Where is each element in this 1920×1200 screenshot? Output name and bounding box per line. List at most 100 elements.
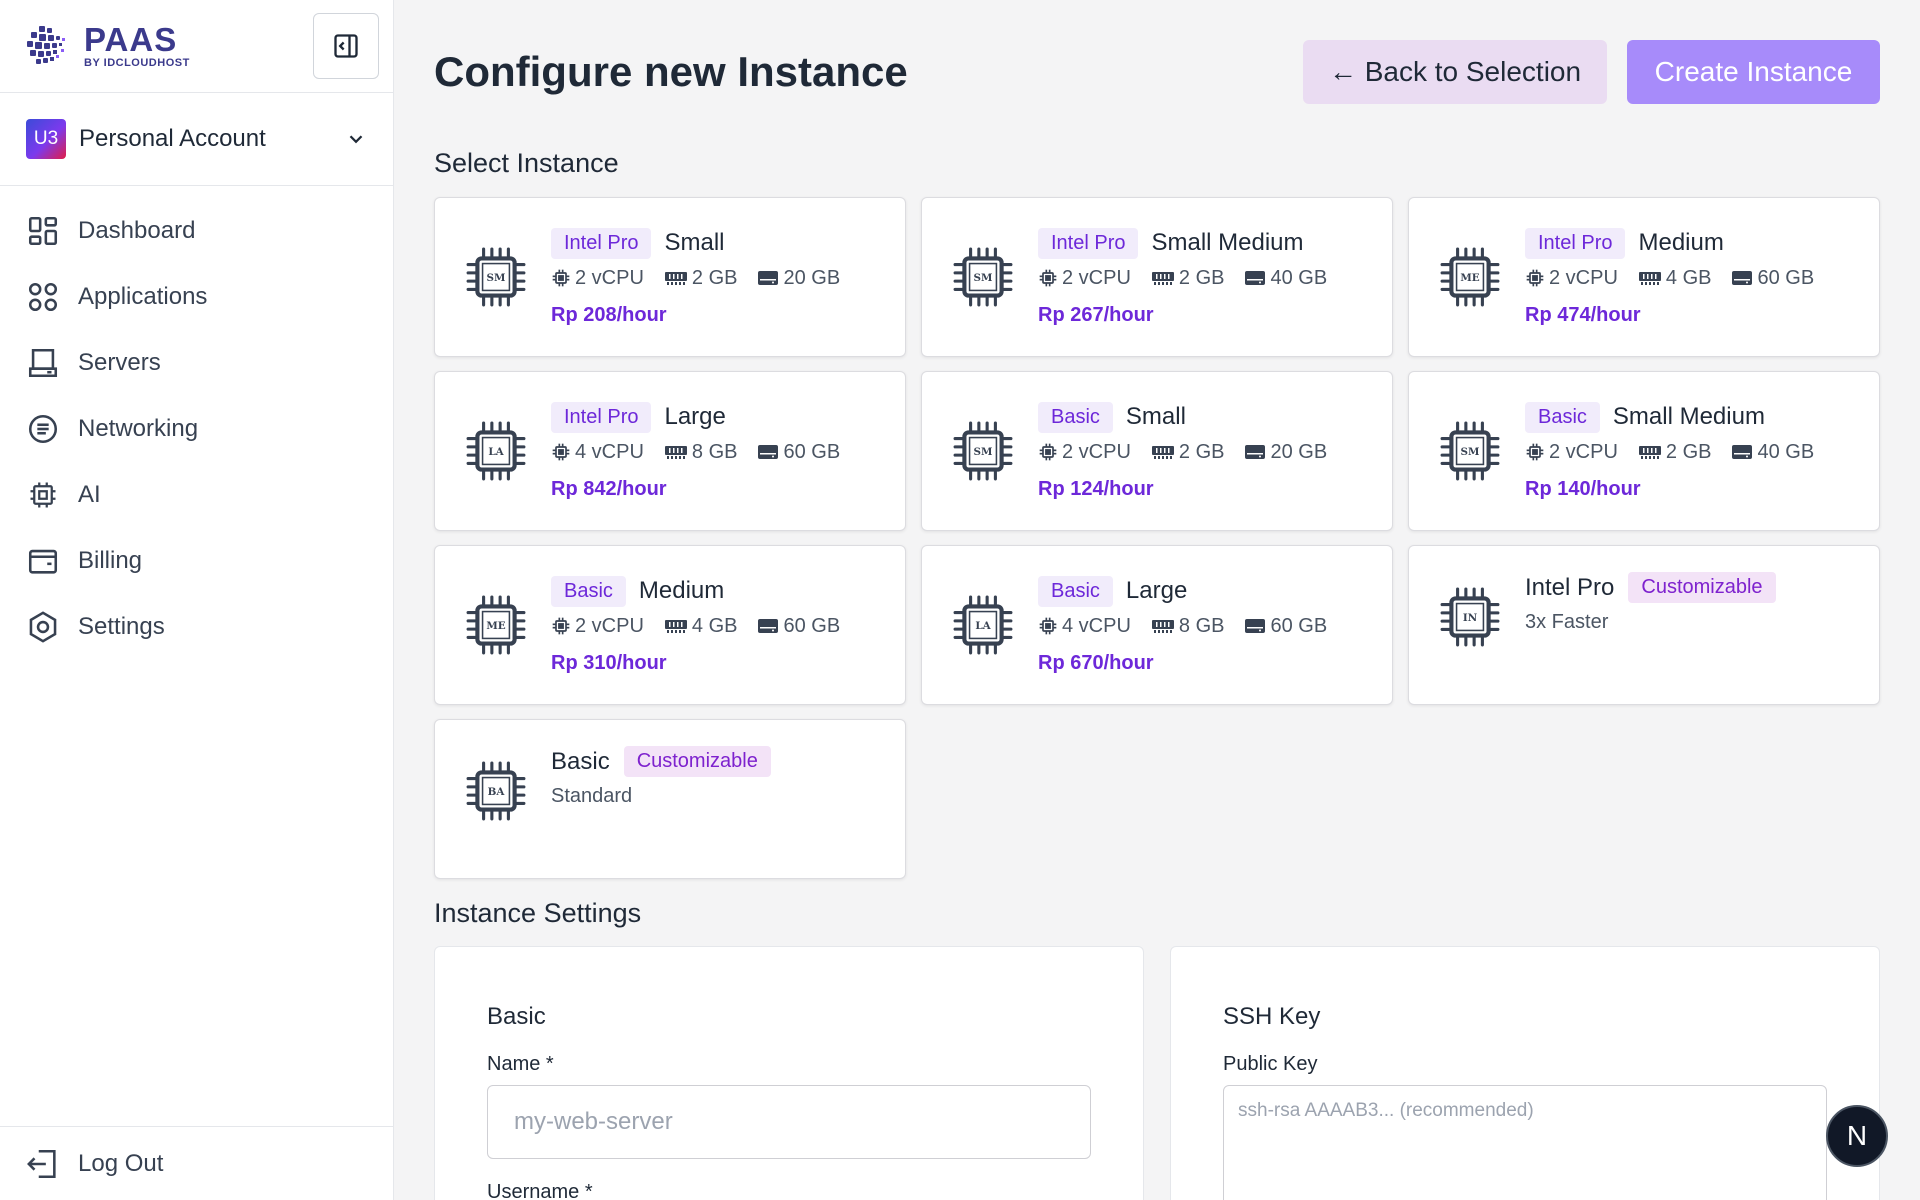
brand-logo-icon — [24, 23, 70, 69]
cpu-spec: 2 vCPU — [1549, 266, 1618, 289]
storage-icon — [1245, 619, 1266, 633]
svg-text:ME: ME — [1460, 272, 1479, 284]
instance-tier-badge: Intel Pro — [551, 227, 652, 259]
disk-spec: 20 GB — [1270, 440, 1328, 463]
storage-icon — [1245, 271, 1266, 285]
instance-name: Small Medium — [1612, 403, 1765, 430]
svg-text:SM: SM — [974, 272, 993, 284]
instance-price: Rp 474/hour — [1525, 303, 1641, 326]
wallet-icon — [26, 544, 60, 578]
customizable-badge: Customizable — [623, 746, 771, 777]
ssh-key-panel: SSH Key Public Key — [1170, 946, 1880, 1200]
account-avatar: U3 — [26, 119, 66, 159]
public-key-textarea[interactable] — [1223, 1085, 1827, 1200]
instance-subtitle: Standard — [551, 785, 633, 807]
memory-icon — [664, 446, 687, 459]
instance-card[interactable]: LA Intel Pro Large 4 vCPU 8 GB 60 GB Rp … — [434, 371, 906, 531]
ram-spec: 2 GB — [1178, 266, 1225, 289]
instance-tier-badge: Basic — [551, 575, 626, 607]
instance-name: Basic — [551, 747, 610, 775]
instance-card[interactable]: SM Intel Pro Small Medium 2 vCPU 2 GB 40… — [921, 197, 1393, 357]
sidebar-item-label: Servers — [78, 349, 161, 376]
cpu-chip-icon: IN — [1440, 587, 1500, 647]
sidebar-item-ai[interactable]: AI — [0, 462, 393, 528]
cpu-spec: 2 vCPU — [1549, 440, 1618, 463]
cpu-chip-icon: LA — [953, 595, 1013, 655]
collapse-sidebar-button[interactable] — [313, 13, 379, 79]
memory-icon — [1638, 446, 1661, 459]
sidebar-item-billing[interactable]: Billing — [0, 528, 393, 594]
select-instance-heading: Select Instance — [434, 148, 619, 178]
customizable-badge: Customizable — [1628, 572, 1776, 603]
disk-spec: 60 GB — [783, 440, 841, 463]
account-switcher[interactable]: U3 Personal Account — [0, 93, 393, 186]
sidebar-item-servers[interactable]: Servers — [0, 330, 393, 396]
cpu-spec: 4 vCPU — [1062, 614, 1131, 637]
logout-button[interactable]: Log Out — [0, 1126, 394, 1200]
instance-price: Rp 267/hour — [1038, 303, 1154, 326]
disk-spec: 60 GB — [783, 614, 841, 637]
instance-name: Small — [1125, 403, 1186, 430]
disk-spec: 60 GB — [1757, 266, 1815, 289]
memory-icon — [1151, 272, 1174, 285]
cpu-spec: 4 vCPU — [575, 440, 644, 463]
sidebar-item-networking[interactable]: Networking — [0, 396, 393, 462]
instance-name: Large — [664, 403, 726, 430]
cpu-icon — [1039, 617, 1057, 635]
instance-name: Intel Pro — [1525, 573, 1615, 601]
sidebar-item-dashboard[interactable]: Dashboard — [0, 198, 393, 264]
nextjs-dev-badge[interactable]: N — [1826, 1105, 1888, 1167]
sidebar-item-label: Networking — [78, 415, 199, 442]
instance-name: Medium — [638, 577, 725, 604]
sidebar-nav: Dashboard Applications Servers Networkin… — [0, 186, 393, 660]
instance-card[interactable]: SM Intel Pro Small 2 vCPU 2 GB 20 GB Rp … — [434, 197, 906, 357]
cpu-spec: 2 vCPU — [1062, 266, 1131, 289]
memory-icon — [1151, 446, 1174, 459]
instance-card[interactable]: SM Basic Small Medium 2 vCPU 2 GB 40 GB … — [1408, 371, 1880, 531]
sidebar-collapse-icon — [334, 34, 358, 58]
create-instance-button[interactable]: Create Instance — [1627, 40, 1880, 104]
cpu-icon — [1526, 269, 1544, 287]
storage-icon — [758, 445, 779, 459]
name-input[interactable] — [487, 1085, 1091, 1159]
instance-tier-badge: Basic — [1038, 401, 1113, 433]
cpu-icon — [1039, 269, 1057, 287]
memory-icon — [1151, 620, 1174, 633]
ram-spec: 4 GB — [1665, 266, 1712, 289]
cpu-chip-icon: SM — [466, 247, 526, 307]
svg-text:SM: SM — [1461, 446, 1480, 458]
cpu-chip-icon: SM — [953, 247, 1013, 307]
instance-name: Medium — [1638, 229, 1724, 256]
cpu-icon — [552, 617, 570, 635]
page-title: Configure new Instance — [434, 48, 908, 95]
storage-icon — [1732, 271, 1753, 285]
custom-instance-card[interactable]: IN Intel Pro Customizable 3x Faster — [1408, 545, 1880, 705]
chevron-down-icon — [349, 135, 363, 144]
ram-spec: 8 GB — [1178, 614, 1225, 637]
custom-instance-card[interactable]: BA Basic Customizable Standard — [434, 719, 906, 879]
disk-spec: 40 GB — [1757, 440, 1815, 463]
instance-tier-badge: Intel Pro — [1038, 227, 1139, 259]
back-to-selection-button[interactable]: ← Back to Selection — [1303, 40, 1607, 104]
instance-name: Small — [664, 229, 725, 256]
instance-price: Rp 208/hour — [551, 303, 667, 326]
disk-spec: 20 GB — [783, 266, 841, 289]
dashboard-icon — [26, 214, 60, 248]
cpu-chip-icon: BA — [466, 761, 526, 821]
instance-settings-heading: Instance Settings — [434, 898, 642, 928]
cpu-icon — [26, 478, 60, 512]
svg-text:LA: LA — [488, 446, 504, 458]
instance-card[interactable]: LA Basic Large 4 vCPU 8 GB 60 GB Rp 670/… — [921, 545, 1393, 705]
instance-card[interactable]: ME Intel Pro Medium 2 vCPU 4 GB 60 GB Rp… — [1408, 197, 1880, 357]
sidebar-item-applications[interactable]: Applications — [0, 264, 393, 330]
sidebar-item-label: Settings — [78, 613, 165, 640]
instance-card[interactable]: SM Basic Small 2 vCPU 2 GB 20 GB Rp 124/… — [921, 371, 1393, 531]
instance-tier-badge: Intel Pro — [1525, 227, 1626, 259]
storage-icon — [1245, 445, 1266, 459]
sidebar-item-label: Billing — [78, 547, 143, 574]
disk-spec: 60 GB — [1270, 614, 1328, 637]
logout-label: Log Out — [78, 1149, 164, 1177]
instance-card[interactable]: ME Basic Medium 2 vCPU 4 GB 60 GB Rp 310… — [434, 545, 906, 705]
sidebar-item-settings[interactable]: Settings — [0, 594, 393, 660]
storage-icon — [1732, 445, 1753, 459]
